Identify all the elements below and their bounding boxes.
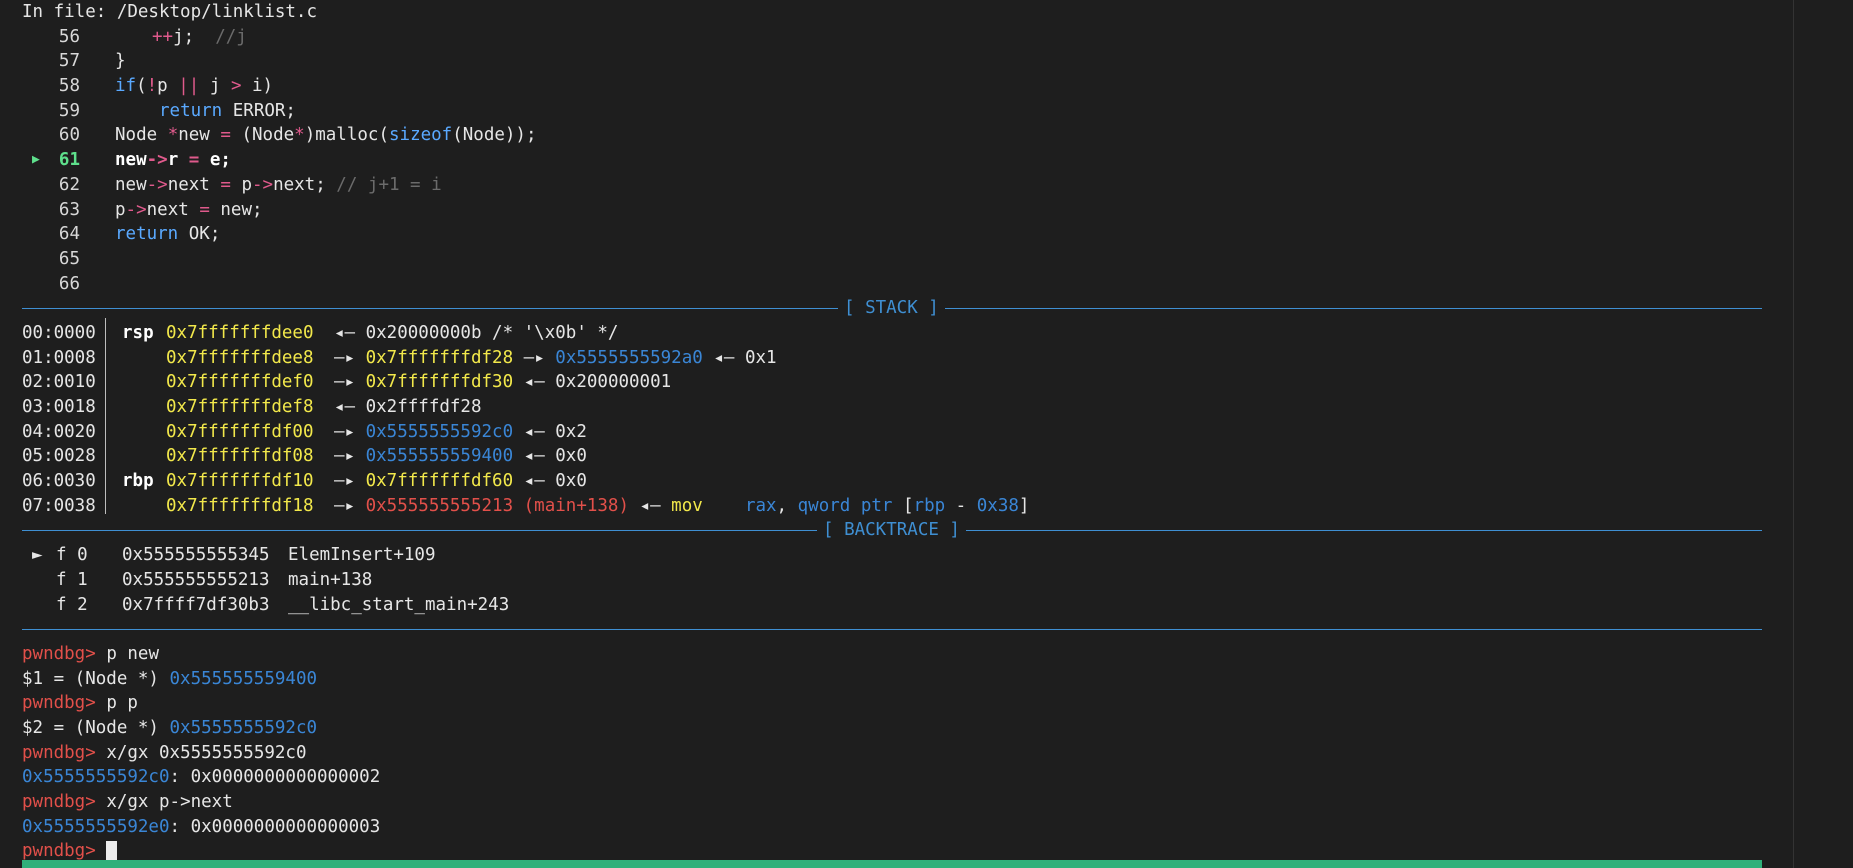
console-command: pwndbg> p p [22, 693, 138, 714]
current-line-arrow-icon: ▶ [32, 152, 40, 168]
line-number: 58 [58, 76, 80, 97]
console-command: pwndbg> x/gx 0x5555555592c0 [22, 742, 307, 763]
backtrace-separator: [ BACKTRACE ] [22, 518, 1762, 544]
line-number: 59 [58, 100, 80, 121]
source-line: 58 if(!p || j > i) [22, 74, 1762, 99]
current-frame-marker-icon: ► [32, 545, 43, 566]
pane-divider [1793, 0, 1794, 868]
console-output: $2 = (Node *) 0x5555555592c0 [22, 717, 318, 738]
line-number: 66 [58, 273, 80, 294]
line-number: 65 [58, 248, 80, 269]
source-view: 56 ++j; //j 57} 58 if(!p || j > i) 59 retur… [22, 25, 1762, 297]
source-line: 63 p->next = new; [22, 198, 1762, 223]
section-separator [22, 617, 1762, 642]
stack-row: 01:0008 0x7fffffffdee8 —▸ 0x7fffffffdf28 —… [22, 347, 777, 368]
backtrace-frame: ► f 0 0x555555555345 ElemInsert+109 [22, 543, 1762, 568]
console-output: $1 = (Node *) 0x555555559400 [22, 668, 318, 689]
line-number: 57 [58, 51, 80, 72]
source-line-current: ▶ 61 new->r = e; [22, 148, 1762, 173]
console-output: 0x5555555592e0: 0x0000000000000003 [22, 816, 381, 837]
file-header: In file: /Desktop/linklist.c [22, 2, 318, 22]
line-number: 62 [58, 174, 80, 195]
line-number: 60 [58, 125, 80, 146]
stack-row: 05:0028 0x7fffffffdf08 —▸ 0x555555559400 ◂… [22, 446, 587, 467]
stack-row: 03:0018 0x7fffffffdef8 ◂— 0x2ffffdf28 [22, 397, 482, 417]
backtrace-view: ► f 0 0x555555555345 ElemInsert+109 f 1 0x55… [22, 543, 1762, 617]
tmux-status-bar [22, 860, 1762, 868]
console-command: pwndbg> x/gx p->next [22, 792, 233, 812]
stack-row: 00:0000 rsp 0x7fffffffdee0 ◂— 0x20000000b /… [22, 322, 619, 343]
source-line: 62 new->next = p->next; // j+1 = i [22, 173, 1762, 198]
source-line: 66 [22, 272, 1762, 297]
console-output: 0x5555555592c0: 0x0000000000000002 [22, 767, 381, 788]
source-line: 57} [22, 49, 1762, 74]
console-command: pwndbg> p new [22, 643, 159, 664]
stack-row: 06:0030 rbp 0x7fffffffdf10 —▸ 0x7fffffffdf6… [22, 471, 587, 492]
line-number: 63 [58, 199, 80, 220]
line-number: 56 [58, 26, 80, 47]
stack-row: 04:0020 0x7fffffffdf00 —▸ 0x5555555592c0 ◂… [22, 421, 587, 442]
backtrace-banner: [ BACKTRACE ] [817, 518, 966, 544]
source-line: 65 [22, 247, 1762, 272]
stack-offset-divider [105, 318, 106, 514]
stack-row: 07:0038 0x7fffffffdf18 —▸ 0x555555555213 (… [22, 495, 1030, 516]
backtrace-frame: f 2 0x7ffff7df30b3 __libc_start_main+243 [56, 594, 510, 615]
stack-separator: [ STACK ] [22, 296, 1762, 321]
console-prompt: pwndbg> [22, 841, 96, 862]
source-line: 59 return ERROR; [22, 99, 1762, 124]
source-line: 60 Node *new = (Node*)malloc(sizeof(Node)… [22, 123, 1762, 148]
console[interactable]: pwndbg> p new $1 = (Node *) 0x5555555594… [22, 642, 1762, 864]
line-number: 61 [58, 150, 80, 171]
stack-view: 00:0000 rsp 0x7fffffffdee0 ◂— 0x20000000b /… [22, 321, 1762, 519]
line-number: 64 [58, 224, 80, 245]
stack-banner: [ STACK ] [838, 296, 945, 321]
stack-row: 02:0010 0x7fffffffdef0 —▸ 0x7fffffffdf30 ◂… [22, 372, 672, 393]
source-line: 64 return OK; [22, 222, 1762, 247]
text-cursor [106, 841, 118, 862]
source-line: 56 ++j; //j [22, 25, 1762, 50]
terminal: In file: /Desktop/linklist.c 56 ++j; //j … [22, 0, 1762, 864]
backtrace-frame: f 1 0x555555555213 main+138 [56, 569, 373, 590]
